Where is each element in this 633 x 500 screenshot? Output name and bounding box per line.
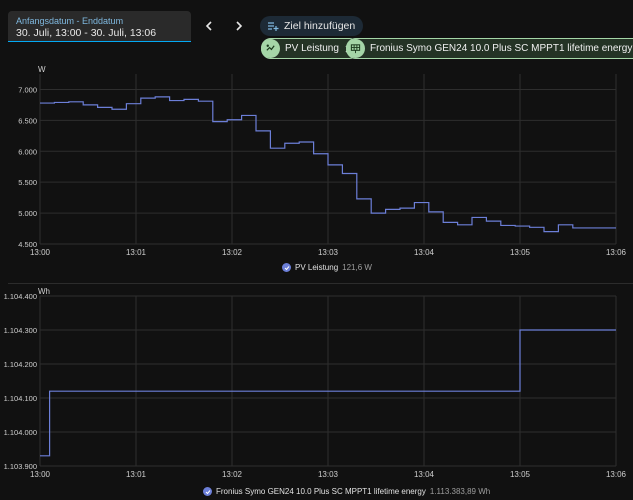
y-tick-label: 1.104.200 [4,360,37,369]
chevron-left-icon [205,21,212,31]
x-tick-label: 13:00 [30,248,51,257]
chip-label: PV Leistung [285,43,339,54]
y-tick-label: 1.104.400 [4,292,37,301]
pv-power-legend[interactable]: PV Leistung 121,6 W [282,263,372,272]
x-tick-label: 13:05 [510,248,531,257]
add-target-label: Ziel hinzufügen [284,20,356,32]
x-tick-label: 13:05 [510,470,531,479]
y-tick-label: 7.000 [18,85,37,94]
date-range-value[interactable]: 30. Juli, 13:00 - 30. Juli, 13:06 [16,27,156,39]
y-tick-label: 1.104.100 [4,394,37,403]
legend-check-icon [282,263,291,272]
x-tick-label: 13:01 [126,470,147,479]
lifetime-energy-chart[interactable]: 13:00 13:01 13:02 13:03 13:04 13:05 13:06 1.103… [0,286,633,486]
y-tick-label: 5.500 [18,178,37,187]
x-tick-label: 13:06 [606,248,627,257]
date-range-picker[interactable]: Anfangsdatum - Enddatum 30. Juli, 13:00 … [8,11,191,42]
legend-series-name: Fronius Symo GEN24 10.0 Plus SC MPPT1 li… [216,487,426,496]
chip-label: Fronius Symo GEN24 10.0 Plus SC MPPT1 li… [370,43,633,54]
chart-divider [8,283,633,284]
x-tick-label: 13:02 [222,248,243,257]
target-chip-fronius-energy[interactable]: Fronius Symo GEN24 10.0 Plus SC MPPT1 li… [346,38,633,59]
y-axis-unit-label: Wh [38,287,50,296]
y-tick-label: 1.104.300 [4,326,37,335]
legend-series-value: 121,6 W [342,263,372,272]
next-period-button[interactable] [228,15,250,37]
y-tick-label: 1.103.900 [4,462,37,471]
x-tick-label: 13:00 [30,470,51,479]
chevron-right-icon [236,21,243,31]
y-tick-label: 6.000 [18,147,37,156]
solar-power-icon [261,39,280,58]
previous-period-button[interactable] [198,15,220,37]
y-axis-unit-label: W [38,65,46,74]
x-tick-label: 13:04 [414,248,435,257]
legend-check-icon [203,487,212,496]
y-tick-label: 4.500 [18,240,37,249]
y-tick-label: 1.104.000 [4,428,37,437]
legend-series-value: 1.113.383,89 Wh [429,487,491,496]
x-tick-label: 13:02 [222,470,243,479]
x-tick-label: 13:03 [318,248,339,257]
pv-power-chart[interactable]: 13:00 13:01 13:02 13:03 13:04 13:05 13:06 4.500… [0,62,633,262]
y-tick-label: 5.000 [18,209,37,218]
legend-series-name: PV Leistung [295,263,339,272]
x-tick-label: 13:03 [318,470,339,479]
playlist-plus-icon [268,22,279,31]
solar-panel-icon [346,39,365,58]
x-tick-label: 13:04 [414,470,435,479]
add-target-button[interactable]: Ziel hinzufügen [260,16,364,36]
x-tick-label: 13:06 [606,470,627,479]
date-range-label: Anfangsdatum - Enddatum [16,16,124,26]
lifetime-energy-legend[interactable]: Fronius Symo GEN24 10.0 Plus SC MPPT1 li… [203,487,490,496]
y-tick-label: 6.500 [18,116,37,125]
x-tick-label: 13:01 [126,248,147,257]
target-chip-pv-leistung[interactable]: PV Leistung [261,38,359,59]
